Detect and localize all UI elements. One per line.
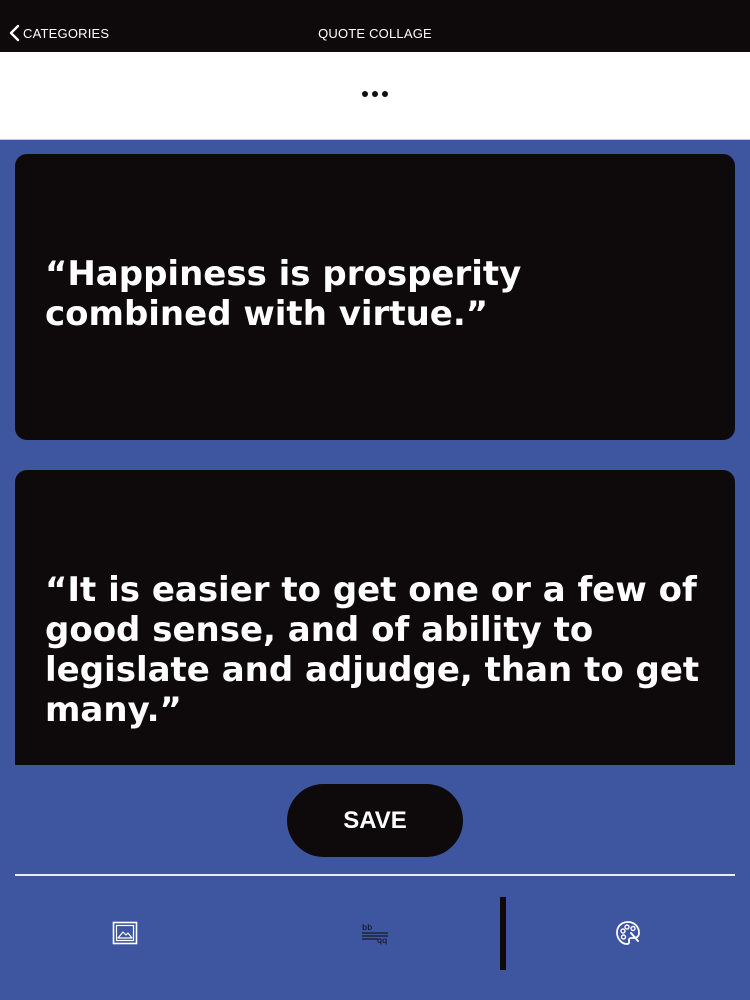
more-options-button[interactable] [357, 86, 393, 102]
divider [15, 874, 735, 876]
palette-tool-button[interactable] [613, 918, 643, 948]
save-button[interactable]: SAVE [287, 784, 463, 857]
svg-text:bb: bb [362, 923, 372, 932]
text-format-tool-button[interactable]: bb qq [360, 918, 390, 948]
top-nav-bar: CATEGORIES QUOTE COLLAGE [0, 0, 750, 52]
quote-card[interactable]: “Happiness is prosperity combined with v… [15, 154, 735, 440]
image-icon [112, 921, 138, 945]
ellipsis-icon [372, 91, 378, 97]
image-tool-button[interactable] [110, 918, 140, 948]
svg-text:qq: qq [377, 936, 387, 945]
quote-text: “Happiness is prosperity combined with v… [45, 254, 522, 334]
quote-card[interactable]: “It is easier to get one or a few of goo… [15, 470, 735, 765]
page-title: QUOTE COLLAGE [318, 26, 432, 41]
ellipsis-icon [382, 91, 388, 97]
palette-icon [616, 921, 640, 945]
text-format-icon: bb qq [362, 923, 388, 945]
quote-text: “It is easier to get one or a few of goo… [45, 570, 700, 730]
ellipsis-icon [362, 91, 368, 97]
divider-bar [500, 897, 506, 970]
